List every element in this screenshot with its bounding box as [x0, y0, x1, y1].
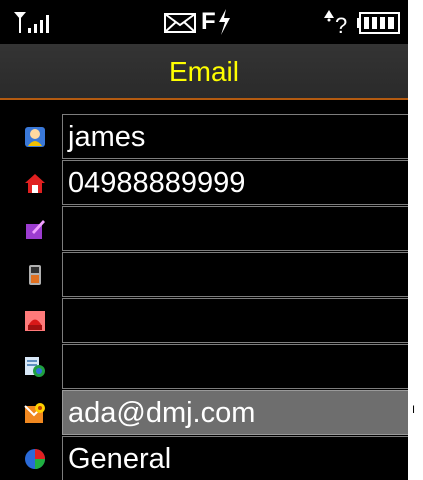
alarm-bell-icon [324, 10, 334, 22]
status-unknown-text: ? [335, 13, 348, 38]
fax-field[interactable] [62, 344, 408, 389]
field-row-name[interactable]: james [0, 114, 408, 160]
work-field[interactable] [62, 206, 408, 251]
work-note-icon [26, 220, 45, 239]
email-icon [24, 403, 45, 423]
phone-screen: F ? Email james 04988889999 ada@dmj.com … [0, 0, 408, 480]
home-number-field[interactable]: 04988889999 [62, 160, 408, 205]
field-row-group[interactable]: General [0, 436, 408, 480]
home-phone-icon [25, 174, 45, 193]
signal-strength-icon [14, 12, 49, 33]
name-field[interactable]: james [62, 114, 408, 159]
field-row-mobile[interactable] [0, 252, 408, 298]
field-row-fax[interactable] [0, 344, 408, 390]
contact-field-list: james 04988889999 ada@dmj.com General [0, 114, 408, 480]
office-phone-icon [25, 311, 45, 331]
group-pie-icon [25, 449, 45, 469]
office-field[interactable] [62, 298, 408, 343]
page-title: Email [168, 56, 239, 87]
mobile-phone-icon [29, 265, 41, 285]
flash-icon [219, 9, 230, 35]
status-bar: F ? [0, 0, 408, 44]
email-field[interactable]: ada@dmj.com [62, 390, 408, 435]
mobile-field[interactable] [62, 252, 408, 297]
field-row-work[interactable] [0, 206, 408, 252]
group-field[interactable]: General [62, 436, 408, 480]
status-indicator-text: F [201, 8, 216, 35]
field-row-office[interactable] [0, 298, 408, 344]
contact-person-icon [25, 127, 45, 147]
envelope-icon [164, 13, 196, 33]
field-row-email[interactable]: ada@dmj.com [0, 390, 408, 436]
edge-mark: I [412, 404, 416, 416]
battery-icon [357, 12, 400, 34]
field-row-home[interactable]: 04988889999 [0, 160, 408, 206]
fax-globe-icon [25, 357, 45, 377]
title-bar: Email [0, 44, 408, 100]
